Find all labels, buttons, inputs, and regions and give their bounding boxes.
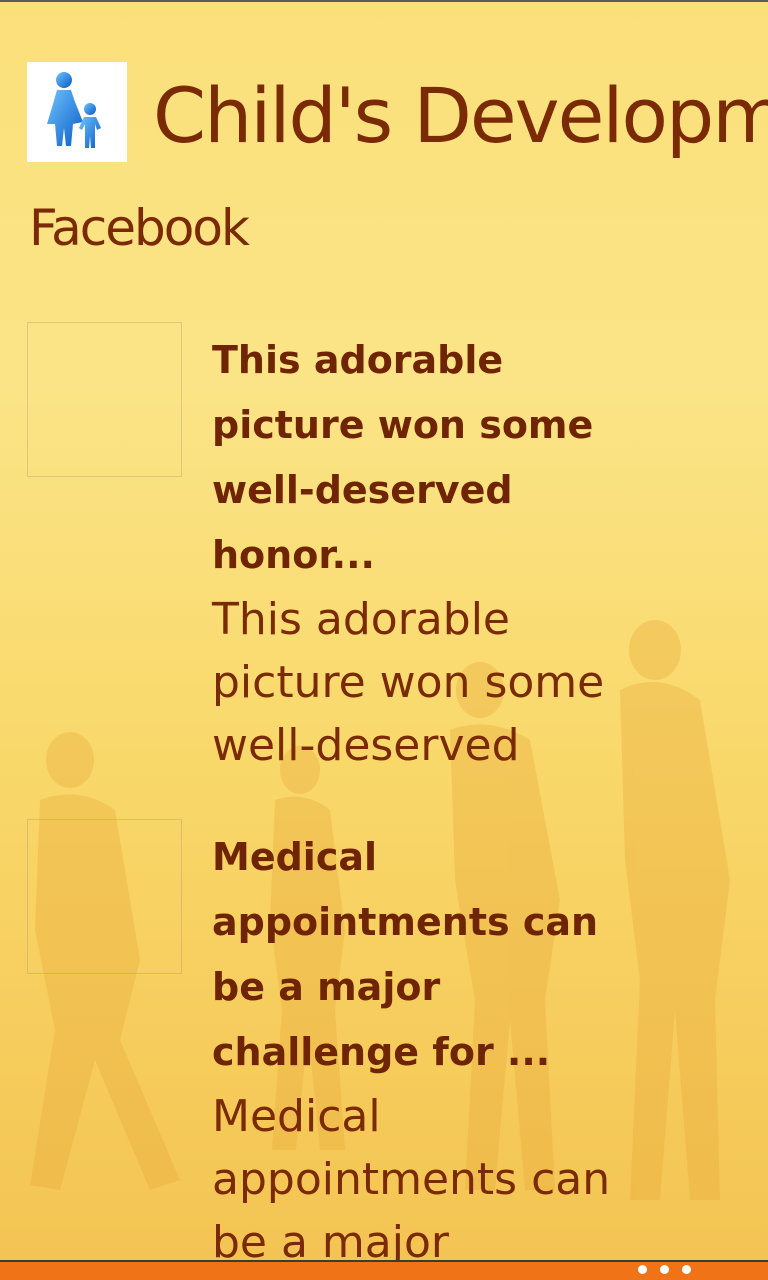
dot — [638, 1265, 647, 1274]
feed-item[interactable]: This adorable picture won some well-dese… — [0, 320, 768, 815]
feed-thumbnail — [27, 322, 182, 477]
feed-list: This adorable picture won some well-dese… — [0, 320, 768, 1260]
feed-item-headline: Medical appointments can be a major chal… — [212, 835, 599, 1074]
parent-child-icon — [27, 62, 127, 162]
feed-item-text: This adorable picture won some well-dese… — [212, 328, 632, 777]
feed-thumbnail — [27, 819, 182, 974]
dot — [682, 1265, 691, 1274]
dot — [660, 1265, 669, 1274]
app-header: Child's Development — [27, 62, 768, 162]
app-bar — [0, 1260, 768, 1280]
feed-item-text: Medical appointments can be a major chal… — [212, 825, 632, 1260]
feed-item-summary: Medical appointments can be a major — [212, 1091, 611, 1260]
feed-item-headline: This adorable picture won some well-dese… — [212, 338, 594, 577]
ellipsis-icon[interactable] — [636, 1265, 696, 1279]
section-title: Facebook — [29, 199, 250, 257]
feed-item-summary: This adorable picture won some well-dese… — [212, 594, 605, 771]
app-title: Child's Development — [153, 71, 768, 160]
feed-item[interactable]: Medical appointments can be a major chal… — [0, 817, 768, 1260]
